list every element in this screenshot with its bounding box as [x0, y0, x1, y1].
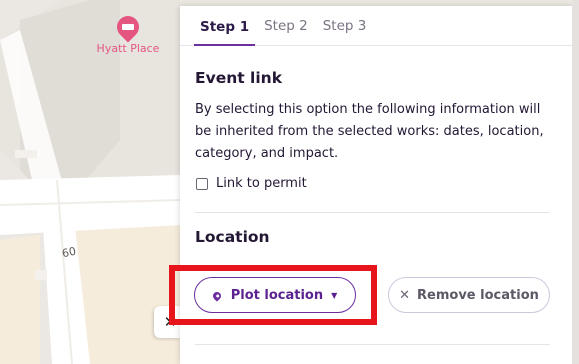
- hotel-icon: [112, 11, 144, 43]
- plot-location-label: Plot location: [230, 287, 324, 303]
- caret-down-icon: ▼: [331, 290, 338, 300]
- plot-location-button[interactable]: Plot location ▼: [194, 277, 356, 313]
- step-tabs: Step 1 Step 2 Step 3: [180, 6, 572, 46]
- remove-location-label: Remove location: [417, 287, 539, 303]
- location-section: Location: [180, 228, 572, 246]
- map-poi-hotel[interactable]: Hyatt Place: [96, 11, 160, 55]
- event-link-title: Event link: [195, 69, 283, 87]
- event-link-description: By selecting this option the following i…: [195, 102, 544, 161]
- bottom-divider: [195, 344, 550, 345]
- location-actions: Plot location ▼ ✕ Remove location: [194, 277, 550, 313]
- link-to-permit-label: Link to permit: [216, 176, 307, 191]
- remove-location-button[interactable]: ✕ Remove location: [388, 277, 550, 313]
- collapse-panel-button[interactable]: ✕: [154, 306, 180, 338]
- poi-label: Hyatt Place: [96, 42, 160, 55]
- location-title: Location: [195, 228, 270, 246]
- event-link-section: Event link By selecting this option the …: [180, 69, 572, 191]
- tab-step-3[interactable]: Step 3: [317, 18, 373, 45]
- map-view[interactable]: Hyatt Place 60 ✕: [0, 0, 180, 364]
- link-to-permit-checkbox[interactable]: [196, 177, 208, 190]
- tab-step-1[interactable]: Step 1: [194, 19, 256, 46]
- map-pin-icon: [211, 290, 223, 302]
- section-divider: [195, 212, 550, 213]
- side-panel: Step 1 Step 2 Step 3 Event link By selec…: [180, 6, 572, 364]
- link-to-permit-row[interactable]: Link to permit: [195, 176, 550, 191]
- tab-step-2[interactable]: Step 2: [258, 18, 314, 45]
- close-icon: ✕: [399, 287, 411, 303]
- close-icon: ✕: [163, 313, 177, 331]
- scrollbar-track[interactable]: [572, 0, 579, 364]
